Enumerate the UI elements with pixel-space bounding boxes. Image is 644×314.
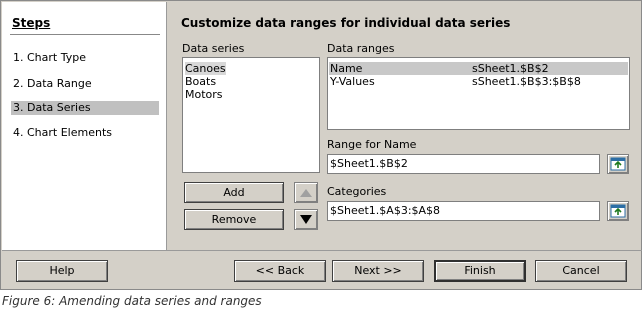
data-range-row-name[interactable]: Name sSheet1.$B$2: [329, 62, 628, 75]
help-button[interactable]: Help: [16, 260, 108, 282]
data-range-value: sSheet1.$B$2: [472, 62, 549, 75]
data-range-row-y-values[interactable]: Y-Values sSheet1.$B$3:$B$8: [329, 75, 628, 88]
page-title: Customize data ranges for individual dat…: [181, 16, 511, 30]
steps-title: Steps: [12, 16, 51, 30]
categories-select-button[interactable]: [607, 201, 629, 221]
data-series-label: Data series: [182, 42, 245, 55]
step-chart-elements[interactable]: 4. Chart Elements: [11, 126, 159, 140]
data-ranges-list[interactable]: Name sSheet1.$B$2 Y-Values sSheet1.$B$3:…: [327, 57, 630, 130]
cancel-button[interactable]: Cancel: [535, 260, 627, 282]
step-chart-type[interactable]: 1. Chart Type: [11, 51, 159, 65]
remove-button[interactable]: Remove: [184, 209, 284, 230]
categories-label: Categories: [327, 185, 387, 198]
categories-field[interactable]: $Sheet1.$A$3:$A$8: [327, 201, 600, 221]
data-ranges-label: Data ranges: [327, 42, 395, 55]
move-up-button[interactable]: [294, 182, 318, 203]
chart-wizard-dialog: Steps 1. Chart Type 2. Data Range 3. Dat…: [0, 0, 642, 290]
select-range-icon: [610, 204, 626, 218]
range-for-name-select-button[interactable]: [607, 154, 629, 174]
finish-button[interactable]: Finish: [434, 260, 526, 282]
select-range-icon: [610, 157, 626, 171]
next-button[interactable]: Next >>: [332, 260, 424, 282]
data-range-role: Name: [330, 62, 363, 75]
list-item-canoes[interactable]: Canoes: [185, 62, 226, 75]
data-range-value: sSheet1.$B$3:$B$8: [472, 75, 581, 88]
step-data-range[interactable]: 2. Data Range: [11, 77, 159, 91]
steps-divider: [10, 34, 160, 35]
arrow-up-icon: [300, 189, 312, 197]
back-button[interactable]: << Back: [234, 260, 326, 282]
steps-panel: Steps 1. Chart Type 2. Data Range 3. Dat…: [2, 2, 167, 250]
move-down-button[interactable]: [294, 209, 318, 230]
data-series-list[interactable]: Canoes Boats Motors: [182, 57, 320, 173]
range-for-name-field[interactable]: $Sheet1.$B$2: [327, 154, 600, 174]
step-data-series[interactable]: 3. Data Series: [11, 101, 159, 115]
range-for-name-label: Range for Name: [327, 138, 417, 151]
list-item-motors[interactable]: Motors: [185, 88, 223, 101]
figure-caption: Figure 6: Amending data series and range…: [2, 294, 262, 308]
add-button[interactable]: Add: [184, 182, 284, 203]
footer-divider: [2, 250, 642, 251]
data-range-role: Y-Values: [330, 75, 375, 88]
arrow-down-icon: [300, 215, 312, 224]
list-item-boats[interactable]: Boats: [185, 75, 216, 88]
